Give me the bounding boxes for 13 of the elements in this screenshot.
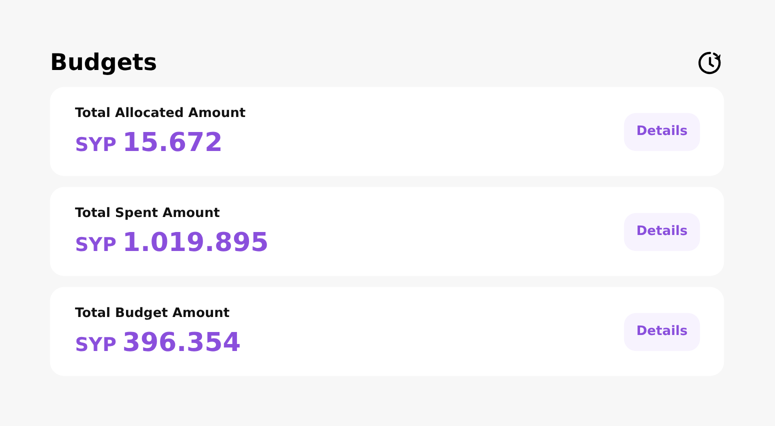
currency-label: SYP [75,234,116,256]
details-button[interactable]: Details [624,212,700,250]
amount-label: Total Budget Amount [75,306,230,320]
page-title: Budgets [50,50,158,76]
details-button[interactable]: Details [624,312,700,350]
amount-label: Total Spent Amount [75,206,220,220]
currency-label: SYP [75,334,116,356]
amount-label: Total Allocated Amount [75,106,246,120]
amount-value: 1.019.895 [122,228,269,258]
amount-value: 15.672 [122,128,223,158]
details-button[interactable]: Details [624,112,700,150]
currency-label: SYP [75,134,116,156]
amount-value: 396.354 [122,328,241,358]
